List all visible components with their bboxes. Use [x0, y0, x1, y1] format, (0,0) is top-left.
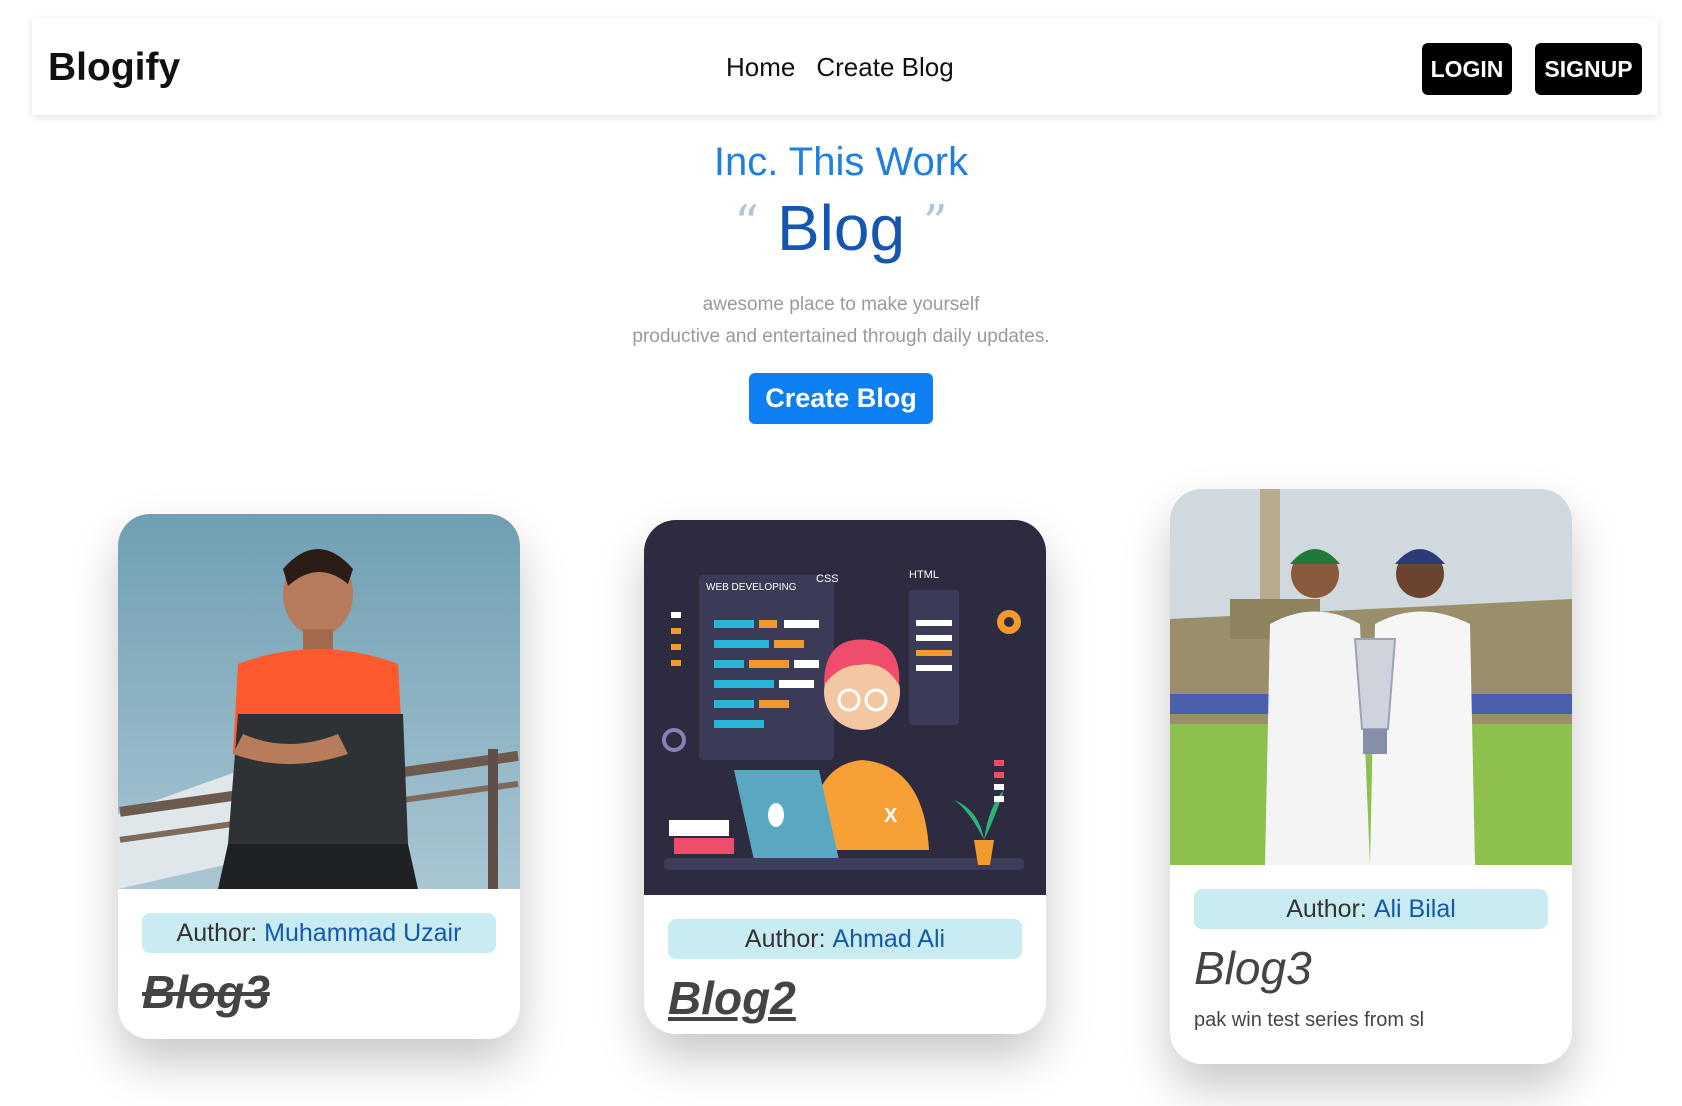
svg-text:X: X [884, 805, 898, 827]
hero-title-text: Blog [776, 192, 906, 264]
create-blog-button[interactable]: Create Blog [749, 373, 933, 424]
blog-description: pak win test series from sl [1194, 1009, 1425, 1031]
hero-desc-line1: awesome place to make yourself [702, 294, 980, 315]
navbar: Blogify Home Create Blog LOGIN SIGNUP [32, 18, 1658, 115]
svg-text:HTML: HTML [909, 569, 939, 581]
author-pill: Author: Ahmad Ali [668, 919, 1022, 959]
hero-subtitle: Inc. This Work [713, 140, 969, 184]
close-quote: ” [923, 195, 948, 251]
author-label: Author: [744, 924, 826, 953]
author-name[interactable]: Ali Bilal [1374, 895, 1456, 924]
svg-text:WEB DEVELOPING: WEB DEVELOPING [706, 582, 797, 593]
blog-card[interactable]: Author: Muhammad Uzair Blog3 [118, 514, 520, 1039]
brand-logo[interactable]: Blogify [48, 46, 180, 90]
blog-card-image [118, 514, 520, 889]
blog-card[interactable]: Author: Ali Bilal Blog3 pak win test ser… [1170, 489, 1572, 1064]
blog-title[interactable]: Blog2 [668, 971, 1022, 1025]
author-pill: Author: Ali Bilal [1194, 889, 1548, 929]
login-button[interactable]: LOGIN [1422, 43, 1512, 95]
blog-title[interactable]: Blog3 [1194, 941, 1548, 995]
nav-link-home[interactable]: Home [726, 52, 795, 83]
blog-card-image: WEB DEVELOPING HTML CSS X [644, 520, 1046, 895]
signup-button[interactable]: SIGNUP [1535, 43, 1642, 95]
author-pill: Author: Muhammad Uzair [142, 913, 496, 953]
author-name[interactable]: Muhammad Uzair [264, 919, 461, 948]
hero-description: awesome place to make yourself productiv… [0, 289, 1682, 353]
blog-title[interactable]: Blog3 [142, 965, 496, 1019]
hero-section: Inc. This Work “ Blog ” awesome place to… [0, 140, 1682, 424]
blog-card[interactable]: WEB DEVELOPING HTML CSS X Author: Ahmad … [644, 520, 1046, 1034]
author-name[interactable]: Ahmad Ali [833, 925, 946, 954]
hero-desc-line2: productive and entertained through daily… [632, 326, 1050, 347]
nav-link-create-blog[interactable]: Create Blog [816, 52, 953, 83]
open-quote: “ [734, 195, 759, 251]
nav-links: Home Create Blog [726, 52, 954, 83]
svg-text:CSS: CSS [816, 573, 839, 585]
author-label: Author: [176, 918, 258, 947]
blog-card-image [1170, 489, 1572, 865]
hero-title: “ Blog ” [0, 191, 1682, 265]
author-label: Author: [1286, 894, 1367, 923]
